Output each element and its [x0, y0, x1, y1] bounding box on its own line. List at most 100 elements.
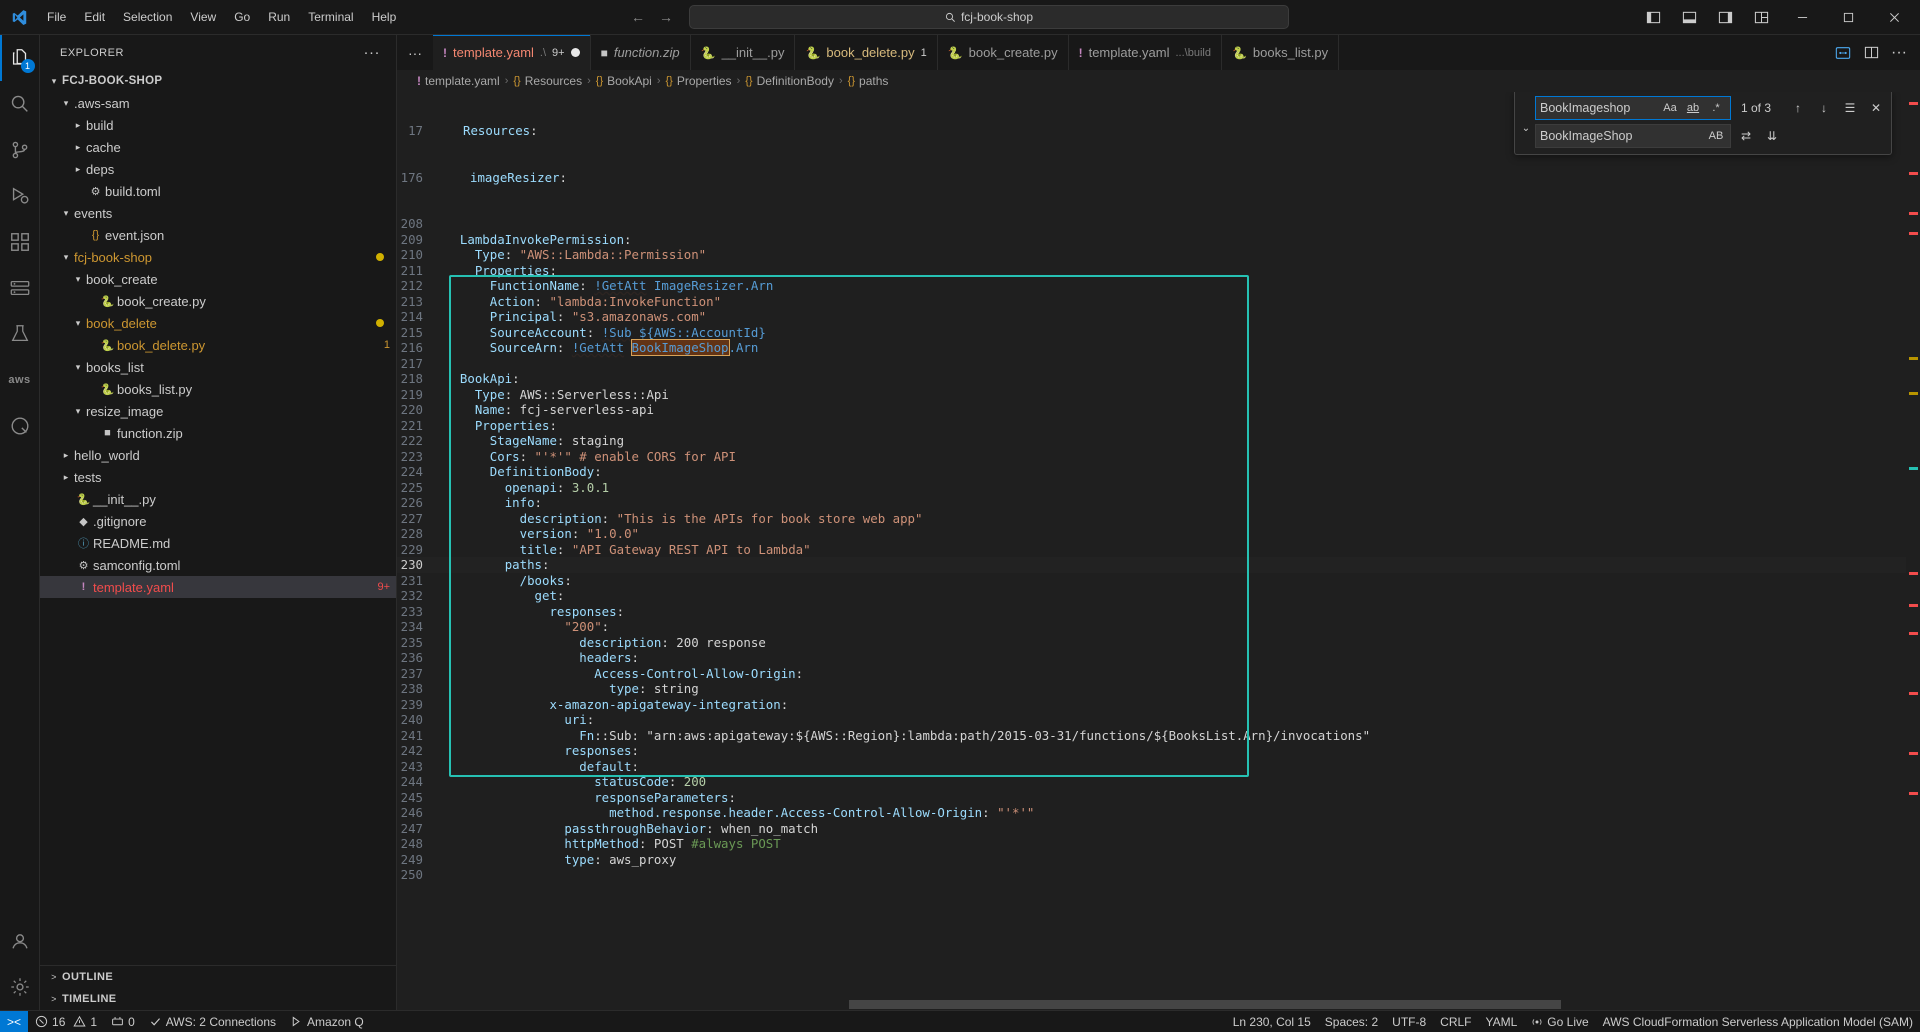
chevron-right-icon[interactable]: ▸ — [70, 164, 86, 175]
chevron-down-icon[interactable]: ▾ — [58, 98, 74, 109]
code-editor[interactable]: 17 Resources: 176 imageResizer: 208 209 L… — [397, 92, 1920, 998]
tree-item-book-create[interactable]: ▾ book_create — [40, 268, 396, 290]
code-line[interactable]: 208 — [397, 216, 1906, 232]
tree-item-fcj-book-shop[interactable]: ▾ fcj-book-shop — [40, 246, 396, 268]
back-arrow-icon[interactable]: ← — [631, 9, 645, 25]
chevron-down-icon[interactable]: ▾ — [46, 76, 62, 87]
code-line[interactable]: 222 StageName: staging — [397, 433, 1906, 449]
code-line[interactable]: 211 Properties: — [397, 263, 1906, 279]
code-line[interactable]: 241 Fn::Sub: "arn:aws:apigateway:${AWS::… — [397, 728, 1906, 744]
find-previous-icon[interactable]: ↑ — [1787, 97, 1809, 119]
editor-tab-function-zip-1[interactable]: ■ function.zip — [590, 35, 691, 70]
tree-item-fcj-book-shop[interactable]: ▾ FCJ-BOOK-SHOP — [40, 70, 396, 92]
code-line[interactable]: 242 responses: — [397, 743, 1906, 759]
code-line[interactable]: 210 Type: "AWS::Lambda::Permission" — [397, 247, 1906, 263]
code-line[interactable]: 232 get: — [397, 588, 1906, 604]
toggle-panel-icon[interactable] — [1672, 2, 1706, 32]
tree-item-book-delete-py[interactable]: 🐍 book_delete.py 1 — [40, 334, 396, 356]
use-regex-icon[interactable]: .* — [1706, 98, 1726, 118]
tree-item-build[interactable]: ▸ build — [40, 114, 396, 136]
code-line[interactable]: 228 version: "1.0.0" — [397, 526, 1906, 542]
activity-aws-toolkit[interactable]: aws — [0, 357, 40, 403]
aws-connections-indicator[interactable]: AWS: 2 Connections — [142, 1011, 283, 1032]
tree-item-template-yaml[interactable]: ! template.yaml 9+ — [40, 576, 396, 598]
horizontal-scrollbar-thumb[interactable] — [849, 1000, 1561, 1009]
code-line[interactable]: 224 DefinitionBody: — [397, 464, 1906, 480]
tabs-more-icon[interactable]: ··· — [397, 35, 433, 70]
menu-edit[interactable]: Edit — [75, 6, 114, 28]
chevron-down-icon[interactable]: ▾ — [70, 318, 86, 329]
window-maximize-button[interactable] — [1826, 0, 1870, 34]
code-line[interactable]: 218 BookApi: — [397, 371, 1906, 387]
menu-view[interactable]: View — [181, 6, 225, 28]
code-line[interactable]: 245 responseParameters: — [397, 790, 1906, 806]
code-line[interactable]: 220 Name: fcj-serverless-api — [397, 402, 1906, 418]
find-in-selection-icon[interactable]: ☰ — [1839, 97, 1861, 119]
activity-extensions[interactable] — [0, 219, 40, 265]
tree-item-resize-image[interactable]: ▾ resize_image — [40, 400, 396, 422]
chevron-down-icon[interactable]: ▾ — [70, 274, 86, 285]
tree-item-books-list-py[interactable]: 🐍 books_list.py — [40, 378, 396, 400]
breadcrumb[interactable]: ! template.yaml ›{} Resources ›{} BookApi ›{} P… — [397, 70, 1920, 92]
code-line[interactable]: 238 type: string — [397, 681, 1906, 697]
window-minimize-button[interactable] — [1780, 0, 1824, 34]
aws-toolkit-editor-action-icon[interactable] — [1830, 38, 1856, 68]
remote-indicator[interactable]: >< — [0, 1010, 29, 1032]
tree-item--init-py[interactable]: 🐍 __init__.py — [40, 488, 396, 510]
activity-run-debug[interactable] — [0, 173, 40, 219]
breadcrumb-item-properties[interactable]: {} Properties — [666, 74, 732, 88]
editor-tab-book-create-py-4[interactable]: 🐍 book_create.py — [937, 35, 1069, 70]
tree-item-tests[interactable]: ▸ tests — [40, 466, 396, 488]
tab-dirty-indicator[interactable] — [570, 48, 580, 57]
go-live-button[interactable]: Go Live — [1524, 1011, 1595, 1032]
menu-selection[interactable]: Selection — [114, 6, 181, 28]
code-line[interactable]: 213 Action: "lambda:InvokeFunction" — [397, 294, 1906, 310]
replace-all-icon[interactable]: ⇊ — [1761, 125, 1783, 147]
split-editor-icon[interactable] — [1858, 38, 1884, 68]
chevron-down-icon[interactable]: ▾ — [58, 252, 74, 263]
code-lines[interactable]: 208 209 LambdaInvokePermission: 210 Type: … — [397, 216, 1906, 883]
tree-item-book-delete[interactable]: ▾ book_delete — [40, 312, 396, 334]
code-line[interactable]: 227 description: "This is the APIs for b… — [397, 511, 1906, 527]
code-line[interactable]: 250 — [397, 867, 1906, 883]
tree-item-deps[interactable]: ▸ deps — [40, 158, 396, 180]
tree-item--gitignore[interactable]: ◆ .gitignore — [40, 510, 396, 532]
customize-layout-icon[interactable] — [1744, 2, 1778, 32]
editor-tab-books-list-py-6[interactable]: 🐍 books_list.py — [1221, 35, 1340, 70]
tree-item-books-list[interactable]: ▾ books_list — [40, 356, 396, 378]
panel-timeline[interactable]: > TIMELINE — [40, 988, 396, 1010]
tree-item-hello-world[interactable]: ▸ hello_world — [40, 444, 396, 466]
amazon-q-indicator[interactable]: Amazon Q — [283, 1011, 371, 1032]
replace-one-icon[interactable]: ⇄ — [1735, 125, 1757, 147]
tree-item-samconfig-toml[interactable]: ⚙ samconfig.toml — [40, 554, 396, 576]
code-line[interactable]: 237 Access-Control-Allow-Origin: — [397, 666, 1906, 682]
code-line[interactable]: 221 Properties: — [397, 418, 1906, 434]
code-line[interactable]: 247 passthroughBehavior: when_no_match — [397, 821, 1906, 837]
eol-setting[interactable]: CRLF — [1433, 1011, 1478, 1032]
code-line[interactable]: 240 uri: — [397, 712, 1906, 728]
editor-more-actions-icon[interactable]: ··· — [1886, 38, 1912, 68]
find-next-icon[interactable]: ↓ — [1813, 97, 1835, 119]
activity-settings[interactable] — [0, 964, 40, 1010]
encoding-setting[interactable]: UTF-8 — [1385, 1011, 1433, 1032]
toggle-replace-icon[interactable]: ⌄ — [1517, 96, 1535, 148]
chevron-right-icon[interactable]: ▸ — [58, 472, 74, 483]
indentation-setting[interactable]: Spaces: 2 — [1318, 1011, 1385, 1032]
activity-explorer[interactable]: 1 — [0, 35, 40, 81]
code-line[interactable]: 249 type: aws_proxy — [397, 852, 1906, 868]
tree-item-build-toml[interactable]: ⚙ build.toml — [40, 180, 396, 202]
overview-ruler[interactable] — [1906, 92, 1920, 998]
tree-item-function-zip[interactable]: ■ function.zip — [40, 422, 396, 444]
breadcrumb-item-template-yaml[interactable]: ! template.yaml — [417, 74, 500, 88]
code-line[interactable]: 229 title: "API Gateway REST API to Lamb… — [397, 542, 1906, 558]
find-replace-widget[interactable]: ⌄ BookImageshop Aa ab .* 1 of 3 ↑ ↓ ☰ ✕ … — [1514, 92, 1892, 155]
forward-arrow-icon[interactable]: → — [659, 9, 673, 25]
tree-item-readme-md[interactable]: ⓘ README.md — [40, 532, 396, 554]
chevron-right-icon[interactable]: ▸ — [70, 142, 86, 153]
code-line[interactable]: 246 method.response.header.Access-Contro… — [397, 805, 1906, 821]
code-line[interactable]: 248 httpMethod: POST #always POST — [397, 836, 1906, 852]
breadcrumb-item-resources[interactable]: {} Resources — [513, 74, 582, 88]
panel-outline[interactable]: > OUTLINE — [40, 966, 396, 988]
code-line[interactable]: 214 Principal: "s3.amazonaws.com" — [397, 309, 1906, 325]
editor-tab-template-yaml[interactable]: ! template.yaml .\ 9+ — [433, 35, 591, 70]
